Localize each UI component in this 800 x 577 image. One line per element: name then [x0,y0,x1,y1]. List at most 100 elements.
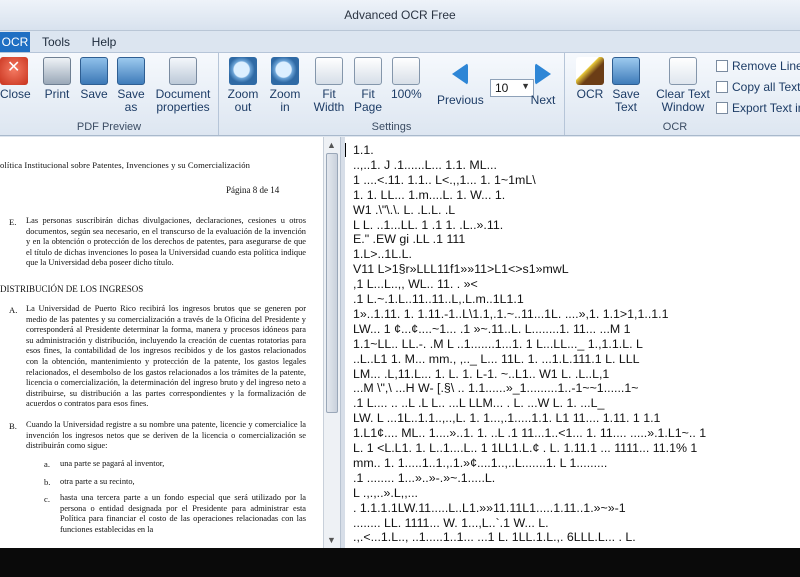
zoom-100-icon [392,57,420,85]
previous-arrow-icon [452,63,468,85]
print-button[interactable]: Print [42,57,72,101]
document-properties-icon [169,57,197,85]
pdf-page-header: olítica Institucional sobre Patentes, In… [0,160,251,170]
export-text-button[interactable]: Export Text int [716,101,800,119]
scroll-down-icon[interactable]: ▼ [327,535,336,545]
ribbon: Close Print Save Save as Document proper… [0,52,800,136]
ocr-text-line: ..L..L1 1. M... mm., ,.._ L... 11L. 1. .… [353,351,640,366]
save-as-icon [117,57,145,85]
export-icon [716,102,728,114]
next-arrow-icon [535,63,551,85]
app-window: Advanced OCR Free OCR Tools Help Close P… [0,0,800,577]
ocr-text-pane[interactable]: 1.1. ..,..1. J .1......L... 1.1. ML... 1 .… [345,137,800,548]
ocr-text-line: mm.. 1. 1.....1..1.,.1.»¢....1..,..L....… [353,455,608,470]
ocr-button[interactable]: OCR [575,57,605,101]
ocr-text-line: ...M \",\ ...H W- [.§\ .. 1.1......»_1..… [353,381,639,396]
ocr-text-line: 1 ....<.11. 1.1.. L<.,,1... 1. 1~1mL\ [353,172,536,187]
group-label-pdf-preview: PDF Preview [76,121,142,133]
tab-tools[interactable]: Tools [36,32,76,52]
fit-width-icon [315,57,343,85]
fit-page-button[interactable]: Fit Page [353,57,383,114]
para-a-marker: A. [9,305,18,315]
text-caret [345,143,346,157]
save-as-button[interactable]: Save as [115,57,147,114]
magic-wand-icon [576,57,604,85]
zoom-out-icon [229,57,257,85]
tab-help[interactable]: Help [86,32,122,52]
zoom-in-button[interactable]: Zoom in [267,57,303,114]
copy-all-texts-button[interactable]: Copy all Texts [716,80,800,98]
item-a-marker: a. [44,459,50,469]
zoom-out-button[interactable]: Zoom out [225,57,261,114]
ocr-text-line: 1.L1¢.... ML.. 1....»..1. 1. ..L .1 11..… [353,426,707,441]
ocr-text-line: E." .EW gi .LL .1 111 [353,232,466,247]
ocr-text-line: .1 L.~.1.L..11..11..L,.L.m..1L1.1 [353,292,524,306]
zoom-100-button[interactable]: 100% [391,57,422,101]
ocr-text-line: L L. ..1...LL. 1 .1 1. .L..».11. [353,217,504,232]
save-button[interactable]: Save [80,57,108,101]
section-heading: DISTRIBUCIÓN DE LOS INGRESOS [0,284,144,294]
group-label-settings: Settings [371,121,412,133]
item-b: otra parte a su recinto, [60,477,135,486]
ocr-text-line: .1 L.... .. ..L .L L.. ...L LLM... . L. … [353,396,605,411]
fit-page-icon [354,57,382,85]
ocr-text-line: ..,..1. J .1......L... 1.1. ML... [353,157,497,172]
fit-width-button[interactable]: Fit Width [311,57,347,114]
ocr-text-line: L .,.,..».L,,... [353,485,418,500]
ocr-text-line: 1.L>..1L.L. [353,247,412,262]
ocr-text-line: 1.1. [353,143,374,157]
group-label-ocr: OCR [662,121,688,133]
title-bar[interactable]: Advanced OCR Free [0,0,800,31]
ocr-text-line: L. 1 <L.L1. 1. L..1....L.. 1 1LL1.L.¢ . … [353,441,698,455]
item-a: una parte se pagará al inventor, [60,459,165,468]
remove-line-icon [716,60,728,72]
page-number-select[interactable]: 10 ▼ [490,79,534,97]
ocr-text-line: ,1 L...L..,, WL.. 11. . »< [353,277,478,292]
clear-text-window-button[interactable]: Clear Text Window [655,57,711,114]
item-c-marker: c. [44,494,50,504]
para-e: Las personas suscribirán dichas divulgac… [26,216,306,268]
item-b-marker: b. [44,477,51,487]
para-b-marker: B. [9,421,17,431]
para-a: La Universidad de Puerto Rico recibirá l… [26,304,306,409]
printer-icon [43,57,71,85]
floppy-disk-icon [80,57,108,85]
ocr-text-line: .1 ........ 1...»..»-.»~.1.....L. [353,470,496,485]
pdf-page-number: Página 8 de 14 [226,185,280,195]
window-title: Advanced OCR Free [344,8,456,22]
close-button[interactable]: Close [0,57,31,101]
ocr-text-line: LW... 1 ¢...¢....~1... .1 »~.11..L. L...… [353,321,631,336]
scrollbar-thumb[interactable] [326,153,338,413]
document-properties-button[interactable]: Document properties [155,57,211,114]
remove-line-breaks-button[interactable]: Remove Line B [716,59,800,77]
group-settings: Zoom out Zoom in Fit Width Fit Page 100%… [219,53,565,135]
previous-button[interactable]: Previous [437,57,484,107]
ocr-text-line: LM... .L,11.L... 1. L. 1. L-1. ~..L1.. W… [353,366,610,381]
ocr-text-line: V11 L>1§r»LLL11f1»»11>L1<>s1»mwL [353,262,569,277]
zoom-in-icon [271,57,299,85]
bottom-bar [0,548,800,577]
pdf-vertical-scrollbar[interactable]: ▲ ▼ [323,137,340,548]
clear-window-icon [669,57,697,85]
close-icon [0,57,28,85]
scroll-up-icon[interactable]: ▲ [327,140,336,150]
para-e-marker: E. [9,217,17,227]
save-text-button[interactable]: Save Text [611,57,641,114]
para-b: Cuando la Universidad registre a su nomb… [26,420,306,451]
tab-ocr[interactable]: OCR [0,32,30,52]
ocr-text-line: .,.<...1.L.., ..1.....1..1... ...1 L. 1L… [353,530,636,545]
next-button[interactable]: Next [529,57,557,107]
ocr-text-line: W1 .\"\.\. L. .L.L. .L [353,202,456,217]
item-c: hasta una tercera parte a un fondo espec… [60,493,306,534]
group-pdf-preview: Close Print Save Save as Document proper… [0,53,219,135]
content-area: olítica Institucional sobre Patentes, In… [0,137,800,548]
ocr-text-line: LW. L ...1L..1.1..,..,L. 1. 1...,.1.....… [353,411,661,426]
ocr-text-line: 1.1~LL.. LL.-. .M L ..1.......1...1. 1 L… [353,336,643,351]
menu-tabs: OCR Tools Help [0,31,800,52]
ocr-text-line: ........ LL. 1111... W. 1...,L..`.1 W...… [353,515,549,530]
pdf-preview-pane[interactable]: olítica Institucional sobre Patentes, In… [0,137,323,548]
save-text-icon [612,57,640,85]
ocr-text-line: 1. 1. LL... 1.m....L. 1. W... 1. [353,187,506,202]
ocr-text-line: 1»..1.11. 1. 1.11.-1..L\1.1,.1.~..11...1… [353,306,669,321]
copy-icon [716,81,728,93]
